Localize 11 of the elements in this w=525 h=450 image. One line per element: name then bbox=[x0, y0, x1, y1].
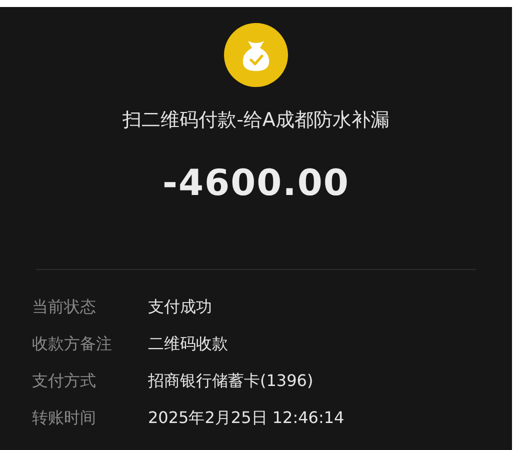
detail-label: 收款方备注 bbox=[32, 333, 113, 355]
amount-text: -4600.00 bbox=[162, 163, 350, 204]
payment-title: 扫二维码付款-给A成都防水补漏 bbox=[122, 108, 390, 133]
detail-label: 当前状态 bbox=[32, 296, 97, 318]
money-bag-icon bbox=[224, 23, 288, 87]
detail-value: 招商银行储蓄卡(1396) bbox=[148, 370, 314, 392]
detail-value: 二维码收款 bbox=[148, 333, 228, 355]
detail-value: 2025年2月25日 12:46:14 bbox=[148, 407, 344, 429]
detail-label: 支付方式 bbox=[32, 370, 97, 392]
detail-value: 支付成功 bbox=[148, 296, 212, 318]
detail-label: 转账时间 bbox=[32, 407, 97, 429]
